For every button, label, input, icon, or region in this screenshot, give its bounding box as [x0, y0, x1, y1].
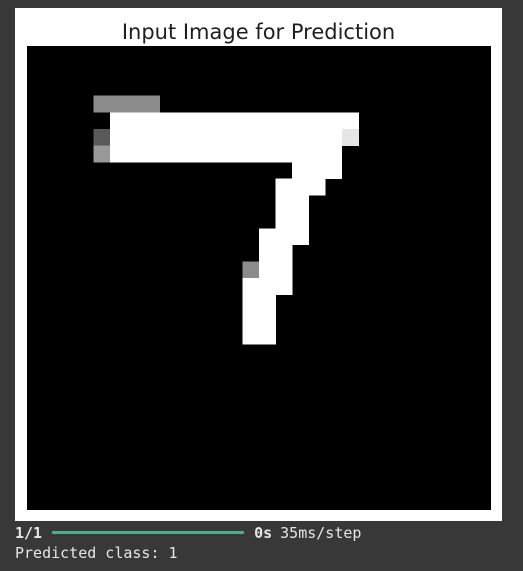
digit-pixel [192, 128, 210, 146]
digit-pixel [292, 195, 310, 213]
digit-pixel [209, 112, 227, 130]
digit-pixel [259, 311, 276, 329]
digit-pixel [242, 327, 260, 345]
digit-pixel [259, 278, 276, 295]
digit-pixel [126, 95, 144, 113]
digit-pixel [242, 112, 260, 130]
digit-pixel [292, 162, 310, 179]
digit-pixel [225, 128, 243, 146]
digit-pixel [126, 128, 144, 146]
input-digit-image [27, 46, 491, 510]
digit-pixel [93, 128, 111, 146]
digit-pixel [341, 128, 359, 146]
digit-pixel [109, 112, 127, 130]
digit-pixel [242, 278, 260, 295]
digit-pixel [93, 145, 111, 163]
prediction-result: Predicted class: 1 [15, 544, 178, 562]
digit-pixel [275, 145, 293, 163]
digit-pixel [225, 145, 243, 163]
digit-pixel [275, 112, 293, 130]
digit-pixel [242, 311, 260, 329]
figure-title: Input Image for Prediction [121, 20, 396, 44]
digit-pixel [192, 112, 210, 130]
digit-pixel [275, 278, 293, 295]
digit-pixel [126, 145, 144, 163]
digit-pixel [259, 228, 276, 246]
digit-pixel [275, 211, 293, 229]
digit-pixel [259, 112, 276, 130]
digit-pixel [225, 112, 243, 130]
digit-pixel [259, 145, 276, 163]
digit-pixel [275, 244, 293, 262]
progress-bar [52, 531, 245, 534]
digit-pixel [176, 145, 194, 163]
digit-pixel [176, 128, 194, 146]
digit-pixel [192, 145, 210, 163]
digit-pixel [159, 128, 177, 146]
digit-pixel [308, 128, 326, 146]
digit-pixel [109, 128, 127, 146]
digit-pixel [275, 228, 293, 246]
digit-pixel [259, 261, 276, 279]
digit-pixel [242, 128, 260, 146]
digit-pixel [325, 112, 343, 130]
digit-pixel [325, 162, 343, 179]
step-count: 1/1 [15, 523, 43, 542]
elapsed-time: 0s [254, 523, 273, 542]
digit-pixel [275, 195, 293, 213]
step-rate: 35ms/step [280, 523, 362, 542]
prediction-figure: Input Image for Prediction [15, 8, 502, 521]
digit-pixel [143, 95, 160, 113]
digit-pixel [242, 261, 260, 279]
progress-line: 1/1 0s 35ms/step [15, 522, 515, 543]
digit-pixel [275, 261, 293, 279]
digit-pixel [292, 211, 310, 229]
cell-output: 1/1 0s 35ms/step Predicted class: 1 [15, 522, 515, 564]
digit-pixel [209, 145, 227, 163]
digit-pixel [109, 145, 127, 163]
digit-pixel [259, 244, 276, 262]
digit-pixel [143, 128, 160, 146]
digit-pixel [209, 128, 227, 146]
digit-pixel [159, 145, 177, 163]
digit-pixel [275, 178, 293, 196]
digit-pixel [242, 294, 260, 312]
digit-pixel [259, 294, 276, 312]
digit-pixel [159, 112, 177, 130]
digit-pixel [292, 145, 310, 163]
digit-pixel [292, 128, 310, 146]
digit-pixel [143, 112, 160, 130]
digit-pixel [292, 112, 310, 130]
digit-pixel [325, 128, 343, 146]
digit-pixel [259, 128, 276, 146]
digit-pixel [109, 95, 127, 113]
digit-pixel [259, 327, 276, 345]
digit-pixel [308, 162, 326, 179]
digit-pixel [325, 145, 343, 163]
digit-pixel [292, 228, 310, 246]
digit-pixel [176, 112, 194, 130]
digit-pixel [341, 112, 359, 130]
digit-pixel [242, 145, 260, 163]
digit-pixel [308, 112, 326, 130]
digit-pixel [308, 145, 326, 163]
digit-pixel [308, 178, 326, 196]
digit-pixel [93, 95, 111, 113]
digit-pixel [126, 112, 144, 130]
digit-pixel [143, 145, 160, 163]
digit-pixel [292, 178, 310, 196]
digit-pixel [275, 128, 293, 146]
digit-pixel-grid [27, 46, 491, 510]
